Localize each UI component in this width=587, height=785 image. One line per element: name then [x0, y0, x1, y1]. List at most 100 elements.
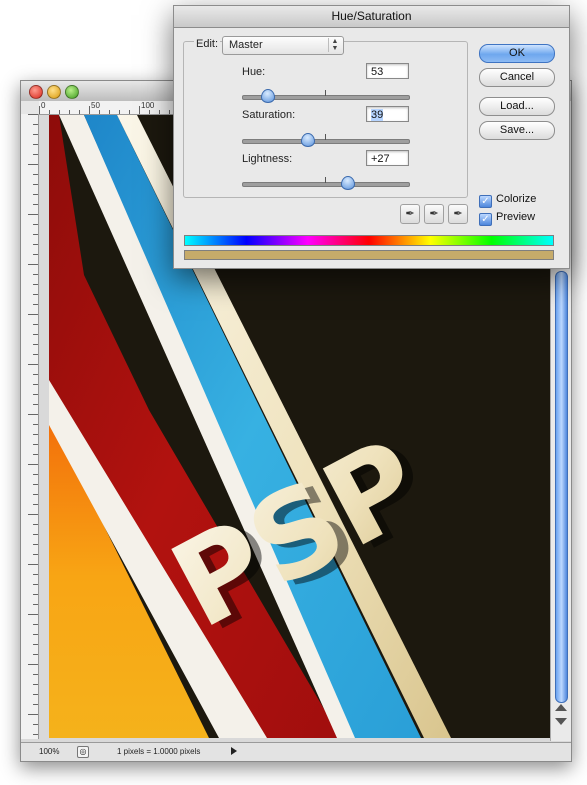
- adjustment-group: [183, 41, 468, 198]
- ruler-tick: [33, 174, 38, 175]
- ruler-tick: [33, 734, 38, 735]
- lightness-value: +27: [371, 153, 390, 165]
- ruler-tick: [33, 604, 38, 605]
- ruler-tick: [28, 364, 38, 365]
- ruler-tick: [28, 514, 38, 515]
- close-window-button[interactable]: [29, 85, 43, 99]
- ruler-tick: [33, 234, 38, 235]
- lightness-slider-thumb[interactable]: [341, 176, 355, 190]
- scrollbar-thumb[interactable]: [555, 271, 568, 703]
- ok-button[interactable]: OK: [479, 44, 555, 63]
- saturation-label: Saturation:: [242, 109, 296, 121]
- ruler-tick: [33, 284, 38, 285]
- save-button[interactable]: Save...: [479, 121, 555, 140]
- minimize-window-button[interactable]: [47, 85, 61, 99]
- scroll-down-arrow-icon[interactable]: [555, 718, 567, 725]
- ruler-tick: [33, 594, 38, 595]
- ruler-tick: [28, 214, 38, 215]
- ruler-tick: [33, 494, 38, 495]
- ruler-tick: [33, 274, 38, 275]
- ruler-tick: [33, 634, 38, 635]
- document-statusbar: 100% ◎ 1 pixels = 1.0000 pixels: [21, 742, 571, 761]
- ruler-tick: [33, 484, 38, 485]
- lightness-input[interactable]: +27: [366, 150, 409, 166]
- zoom-level-field[interactable]: 100%: [39, 747, 59, 756]
- edit-channel-select[interactable]: Master ▲ ▼: [222, 36, 344, 55]
- ruler-tick: [33, 434, 38, 435]
- ruler-tick: [159, 110, 160, 114]
- ruler-tick: [99, 110, 100, 114]
- saturation-value: 39: [371, 109, 384, 121]
- load-button[interactable]: Load...: [479, 97, 555, 116]
- ruler-tick: [33, 354, 38, 355]
- slider-center-tick: [325, 177, 326, 183]
- eyedropper-icon[interactable]: ✒: [400, 204, 420, 224]
- ruler-tick: [33, 144, 38, 145]
- ruler-tick: [28, 614, 38, 615]
- ruler-tick: [33, 194, 38, 195]
- hue-input[interactable]: 53: [366, 63, 409, 79]
- ruler-tick: [33, 184, 38, 185]
- saturation-input[interactable]: 39: [366, 106, 409, 122]
- scroll-up-arrow-icon[interactable]: [555, 704, 567, 711]
- eyedropper-plus-icon[interactable]: ✒: [424, 204, 444, 224]
- ruler-label: 50: [91, 101, 100, 110]
- ruler-tick: [33, 694, 38, 695]
- saturation-slider-thumb[interactable]: [301, 133, 315, 147]
- vertical-ruler[interactable]: [21, 114, 39, 739]
- ruler-tick: [89, 106, 90, 114]
- ruler-tick: [28, 264, 38, 265]
- ruler-tick: [69, 110, 70, 114]
- ruler-tick: [28, 414, 38, 415]
- cancel-button[interactable]: Cancel: [479, 68, 555, 87]
- ruler-tick: [33, 224, 38, 225]
- checkbox-checked-icon: ✓: [479, 213, 492, 226]
- saturation-slider[interactable]: [242, 133, 410, 147]
- slider-center-tick: [325, 90, 326, 96]
- ruler-tick: [33, 444, 38, 445]
- status-menu-arrow-icon[interactable]: [231, 747, 237, 755]
- hue-slider[interactable]: [242, 89, 410, 103]
- hue-saturation-dialog: Hue/Saturation Edit: Master ▲ ▼ Hue: 53 S…: [173, 5, 570, 269]
- ruler-tick: [33, 124, 38, 125]
- ruler-tick: [33, 554, 38, 555]
- lightness-slider[interactable]: [242, 176, 410, 190]
- ruler-tick: [28, 714, 38, 715]
- ruler-tick: [33, 544, 38, 545]
- eyedropper-minus-icon[interactable]: ✒: [448, 204, 468, 224]
- ruler-tick: [33, 304, 38, 305]
- ruler-tick: [39, 106, 40, 114]
- hue-slider-thumb[interactable]: [261, 89, 275, 103]
- ruler-tick: [33, 534, 38, 535]
- ruler-tick: [169, 110, 170, 114]
- ruler-label: 0: [41, 101, 46, 110]
- preview-checkbox[interactable]: ✓ Preview: [479, 211, 535, 226]
- ruler-tick: [33, 674, 38, 675]
- ruler-tick: [33, 244, 38, 245]
- ruler-origin[interactable]: [21, 101, 40, 115]
- ruler-tick: [33, 474, 38, 475]
- ruler-tick: [33, 704, 38, 705]
- dialog-title[interactable]: Hue/Saturation: [174, 6, 569, 28]
- ruler-tick: [33, 684, 38, 685]
- edit-channel-value: Master: [229, 39, 263, 51]
- colorize-result-bar: [184, 250, 554, 260]
- checkbox-checked-icon: ✓: [479, 195, 492, 208]
- slider-center-tick: [325, 134, 326, 140]
- hue-value: 53: [371, 66, 384, 78]
- ruler-tick: [59, 110, 60, 114]
- hue-spectrum-bar: [184, 235, 554, 246]
- zoom-window-button[interactable]: [65, 85, 79, 99]
- preview-label: Preview: [496, 211, 536, 223]
- ruler-tick: [33, 584, 38, 585]
- ruler-tick: [109, 110, 110, 114]
- lightness-label: Lightness:: [242, 153, 293, 165]
- ruler-tick: [149, 110, 150, 114]
- ruler-tick: [33, 424, 38, 425]
- colorize-checkbox[interactable]: ✓ Colorize: [479, 193, 536, 208]
- status-info-text: 1 pixels = 1.0000 pixels: [117, 747, 201, 756]
- ruler-tick: [33, 624, 38, 625]
- ruler-tick: [33, 334, 38, 335]
- ruler-tick: [33, 504, 38, 505]
- status-info-icon[interactable]: ◎: [77, 746, 89, 758]
